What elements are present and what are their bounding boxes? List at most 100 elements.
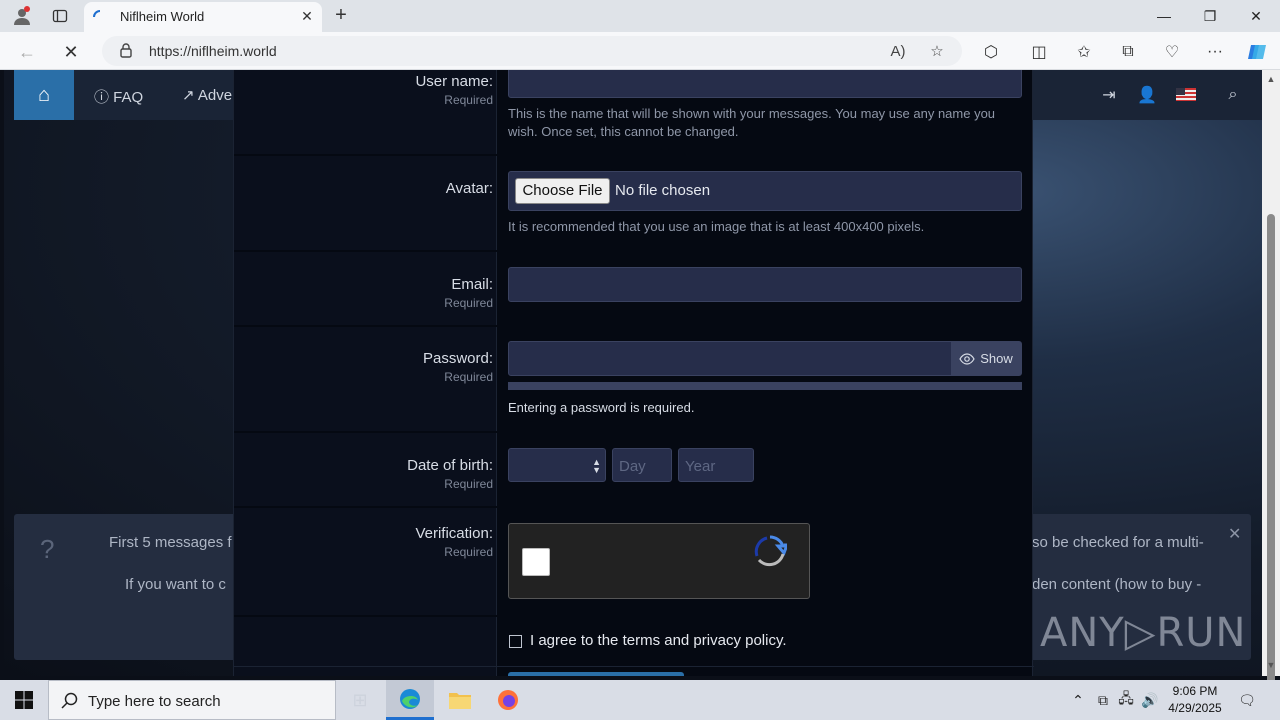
notice-line2-end: den content (how to buy -	[1032, 576, 1202, 593]
taskbar-search[interactable]: Type here to search	[48, 680, 336, 720]
day-placeholder: Day	[619, 458, 646, 475]
show-password-button[interactable]: Show	[951, 342, 1021, 375]
close-window-icon[interactable]: ✕	[1233, 0, 1279, 32]
new-tab-icon[interactable]: +	[330, 4, 352, 26]
password-hint: Entering a password is required.	[508, 400, 695, 415]
clock-time: 9:06 PM	[1172, 684, 1218, 698]
dob-required: Required	[444, 477, 493, 491]
email-required: Required	[444, 296, 493, 310]
email-label: Email:	[451, 276, 493, 293]
network-icon[interactable]: 🖧	[1116, 690, 1136, 710]
avatar-hint: It is recommended that you use an image …	[508, 219, 925, 234]
browser-essentials-icon[interactable]: ♡	[1161, 41, 1183, 63]
recaptcha-widget	[508, 523, 810, 599]
verification-label: Verification:	[415, 525, 493, 542]
volume-icon[interactable]: 🔊	[1140, 690, 1160, 710]
file-explorer-icon[interactable]	[436, 680, 484, 720]
scroll-down-icon[interactable]: ▼	[1266, 660, 1276, 670]
username-hint: This is the name that will be shown with…	[508, 106, 996, 139]
choose-file-button[interactable]: Choose File	[515, 178, 610, 204]
show-hidden-icons[interactable]: ⌃	[1068, 690, 1088, 710]
lock-icon	[120, 43, 132, 58]
scroll-thumb[interactable]	[1267, 214, 1275, 690]
minimize-icon[interactable]: —	[1141, 0, 1187, 32]
dob-label: Date of birth:	[407, 457, 493, 474]
scroll-up-icon[interactable]: ▲	[1266, 74, 1276, 84]
verification-required: Required	[444, 545, 493, 559]
row-divider	[234, 431, 497, 433]
password-field[interactable]: Show	[508, 341, 1022, 376]
agree-text[interactable]: I agree to the terms and privacy policy.	[530, 632, 787, 649]
task-view-icon[interactable]: ⊞	[336, 680, 384, 720]
favorite-star-icon[interactable]: ☆	[926, 41, 948, 61]
address-bar[interactable]: https://niflheim.world A) ☆	[102, 36, 962, 66]
address-toolbar: ← ✕ https://niflheim.world A) ☆ ⬡ ◫ ✩ ⧉ …	[0, 32, 1280, 70]
password-label: Password:	[422, 350, 493, 367]
home-icon[interactable]: ⌂	[14, 70, 74, 120]
eye-icon	[959, 352, 975, 365]
select-arrows-icon: ▲ ▼	[592, 457, 601, 475]
avatar-file-input[interactable]: Choose File No file chosen	[508, 171, 1022, 211]
browser-tab[interactable]: Niflheim World ✕	[84, 2, 322, 32]
edge-taskbar-icon[interactable]	[386, 680, 434, 720]
nav-adv-label: Adve	[197, 87, 233, 104]
tab-close-icon[interactable]: ✕	[298, 7, 316, 25]
collections-icon[interactable]: ⧉	[1117, 41, 1139, 63]
password-strength-meter	[508, 382, 1022, 390]
no-file-text: No file chosen	[615, 182, 711, 199]
dob-year-input[interactable]: Year	[678, 448, 754, 482]
search-placeholder: Type here to search	[88, 693, 221, 710]
more-options-icon[interactable]: ···	[1204, 41, 1226, 63]
back-icon[interactable]: ←	[14, 39, 40, 65]
row-divider	[234, 154, 497, 156]
loading-icon	[93, 10, 101, 18]
windows-logo-icon	[15, 691, 33, 709]
nav-faq[interactable]: ⓘ FAQ	[94, 86, 143, 107]
row-divider	[234, 325, 497, 327]
taskbar-clock[interactable]: 9:06 PM 4/29/2025	[1160, 683, 1230, 717]
profile-icon[interactable]	[10, 4, 34, 28]
notifications-icon[interactable]: 🗨	[1237, 690, 1257, 710]
stop-loading-icon[interactable]: ✕	[58, 39, 84, 65]
split-screen-icon[interactable]: ◫	[1028, 41, 1050, 63]
firefox-icon[interactable]	[484, 680, 532, 720]
extensions-icon[interactable]: ⬡	[980, 41, 1002, 63]
copilot-icon[interactable]	[1246, 41, 1268, 63]
register-submit-button[interactable]	[508, 672, 684, 676]
row-divider	[234, 250, 497, 252]
year-placeholder: Year	[685, 458, 716, 475]
watermark: ANY▷RUN	[1040, 610, 1247, 656]
dob-day-input[interactable]: Day	[612, 448, 672, 482]
question-icon: ?	[40, 534, 55, 564]
dob-month-select[interactable]: ▲ ▼	[508, 448, 606, 482]
tab-actions-icon[interactable]	[48, 4, 72, 28]
notice-close-icon[interactable]: ✕	[1228, 524, 1241, 544]
recaptcha-checkbox[interactable]	[522, 548, 550, 576]
favorites-icon[interactable]: ✩	[1073, 41, 1095, 63]
login-icon[interactable]: ⇥	[1098, 84, 1120, 106]
search-icon[interactable]: ⌕	[1222, 84, 1244, 106]
notice-line2-start: If you want to c	[125, 576, 226, 593]
agree-checkbox[interactable]	[509, 635, 522, 648]
username-input[interactable]	[508, 70, 1022, 98]
register-icon[interactable]: 👤	[1136, 84, 1158, 106]
nav-adv[interactable]: ↗ Adve	[182, 86, 232, 104]
read-aloud-icon[interactable]: A)	[887, 41, 909, 61]
start-button[interactable]	[0, 680, 48, 720]
page-scrollbar[interactable]: ▲ ▼	[1262, 70, 1280, 690]
tab-title: Niflheim World	[120, 9, 205, 24]
row-divider	[234, 615, 497, 617]
password-required: Required	[444, 370, 493, 384]
row-divider	[234, 506, 497, 508]
recaptcha-logo-icon	[754, 535, 787, 567]
search-icon	[61, 692, 78, 709]
windows-taskbar: Type here to search ⊞ ⌃ ⧉ 🖧 🔊 9:06 PM 4/…	[0, 680, 1280, 720]
username-label: User name:	[415, 73, 493, 90]
meet-now-icon[interactable]: ⧉	[1093, 690, 1113, 710]
notice-line1-start: First 5 messages f	[109, 534, 232, 551]
registration-modal: User name: Required This is the name tha…	[233, 70, 1034, 676]
language-flag-icon[interactable]	[1176, 88, 1196, 101]
browser-tab-bar: Niflheim World ✕ + — ❐ ✕	[0, 0, 1280, 32]
email-field[interactable]	[508, 267, 1022, 302]
restore-icon[interactable]: ❐	[1187, 0, 1233, 32]
